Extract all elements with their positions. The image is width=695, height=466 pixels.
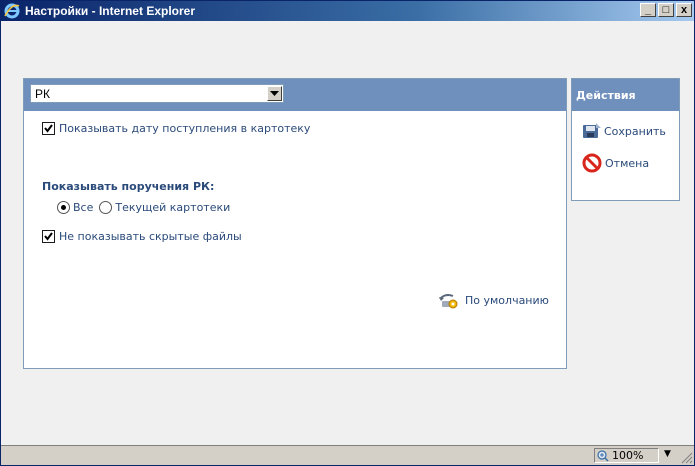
actions-panel: Действия Сохранить Отмена	[571, 78, 680, 201]
zoom-dropdown-icon[interactable]: ▼	[664, 449, 671, 459]
page-content: РК Показывать дату поступления в картоте…	[1, 21, 694, 445]
maximize-button[interactable]: □	[658, 3, 674, 17]
radio-all-label: Все	[73, 201, 94, 214]
section-label: Показывать поручения РК:	[42, 180, 215, 193]
status-bar: 100% ▼	[1, 445, 694, 465]
cancel-no-entry-icon	[582, 153, 602, 173]
rk-select[interactable]: РК	[30, 84, 284, 103]
actions-header: Действия	[572, 79, 679, 111]
settings-panel: РК Показывать дату поступления в картоте…	[23, 78, 567, 369]
minimize-button[interactable]: _	[640, 3, 656, 17]
show-date-option[interactable]: Показывать дату поступления в картотеку	[42, 122, 310, 135]
cancel-button[interactable]: Отмена	[582, 153, 649, 173]
chevron-down-icon[interactable]	[267, 86, 282, 101]
zoom-icon	[597, 449, 609, 462]
show-date-checkbox[interactable]	[42, 122, 55, 135]
select-value: РК	[35, 87, 50, 101]
radio-all[interactable]	[57, 201, 70, 214]
window-title: Настройки - Internet Explorer	[25, 4, 195, 18]
browser-window: Настройки - Internet Explorer _ □ x РК П…	[0, 0, 695, 466]
close-button[interactable]: x	[676, 3, 692, 17]
save-button[interactable]: Сохранить	[582, 122, 666, 140]
radio-group: Все Текущей картотеки	[57, 201, 230, 214]
radio-current[interactable]	[99, 201, 113, 214]
save-label: Сохранить	[604, 124, 666, 138]
zoom-value: 100%	[612, 449, 644, 462]
actions-title: Действия	[576, 89, 636, 102]
checkmark-icon	[44, 232, 53, 241]
default-label: По умолчанию	[465, 293, 549, 307]
radio-current-label: Текущей картотеки	[115, 201, 231, 214]
default-button[interactable]: По умолчанию	[437, 291, 549, 309]
checkmark-icon	[44, 124, 53, 133]
settings-panel-header: РК	[24, 79, 566, 111]
default-settings-icon	[439, 294, 458, 309]
zoom-control[interactable]: 100%	[594, 448, 659, 463]
title-bar: Настройки - Internet Explorer _ □ x	[1, 1, 694, 21]
cancel-label: Отмена	[605, 156, 650, 170]
ie-icon	[4, 3, 20, 19]
show-date-label: Показывать дату поступления в картотеку	[59, 122, 311, 135]
save-disk-icon	[583, 123, 601, 138]
hide-files-label: Не показывать скрытые файлы	[59, 230, 242, 243]
resize-grip-icon[interactable]	[681, 452, 693, 464]
hide-files-option[interactable]: Не показывать скрытые файлы	[42, 230, 242, 243]
hide-files-checkbox[interactable]	[42, 230, 55, 243]
